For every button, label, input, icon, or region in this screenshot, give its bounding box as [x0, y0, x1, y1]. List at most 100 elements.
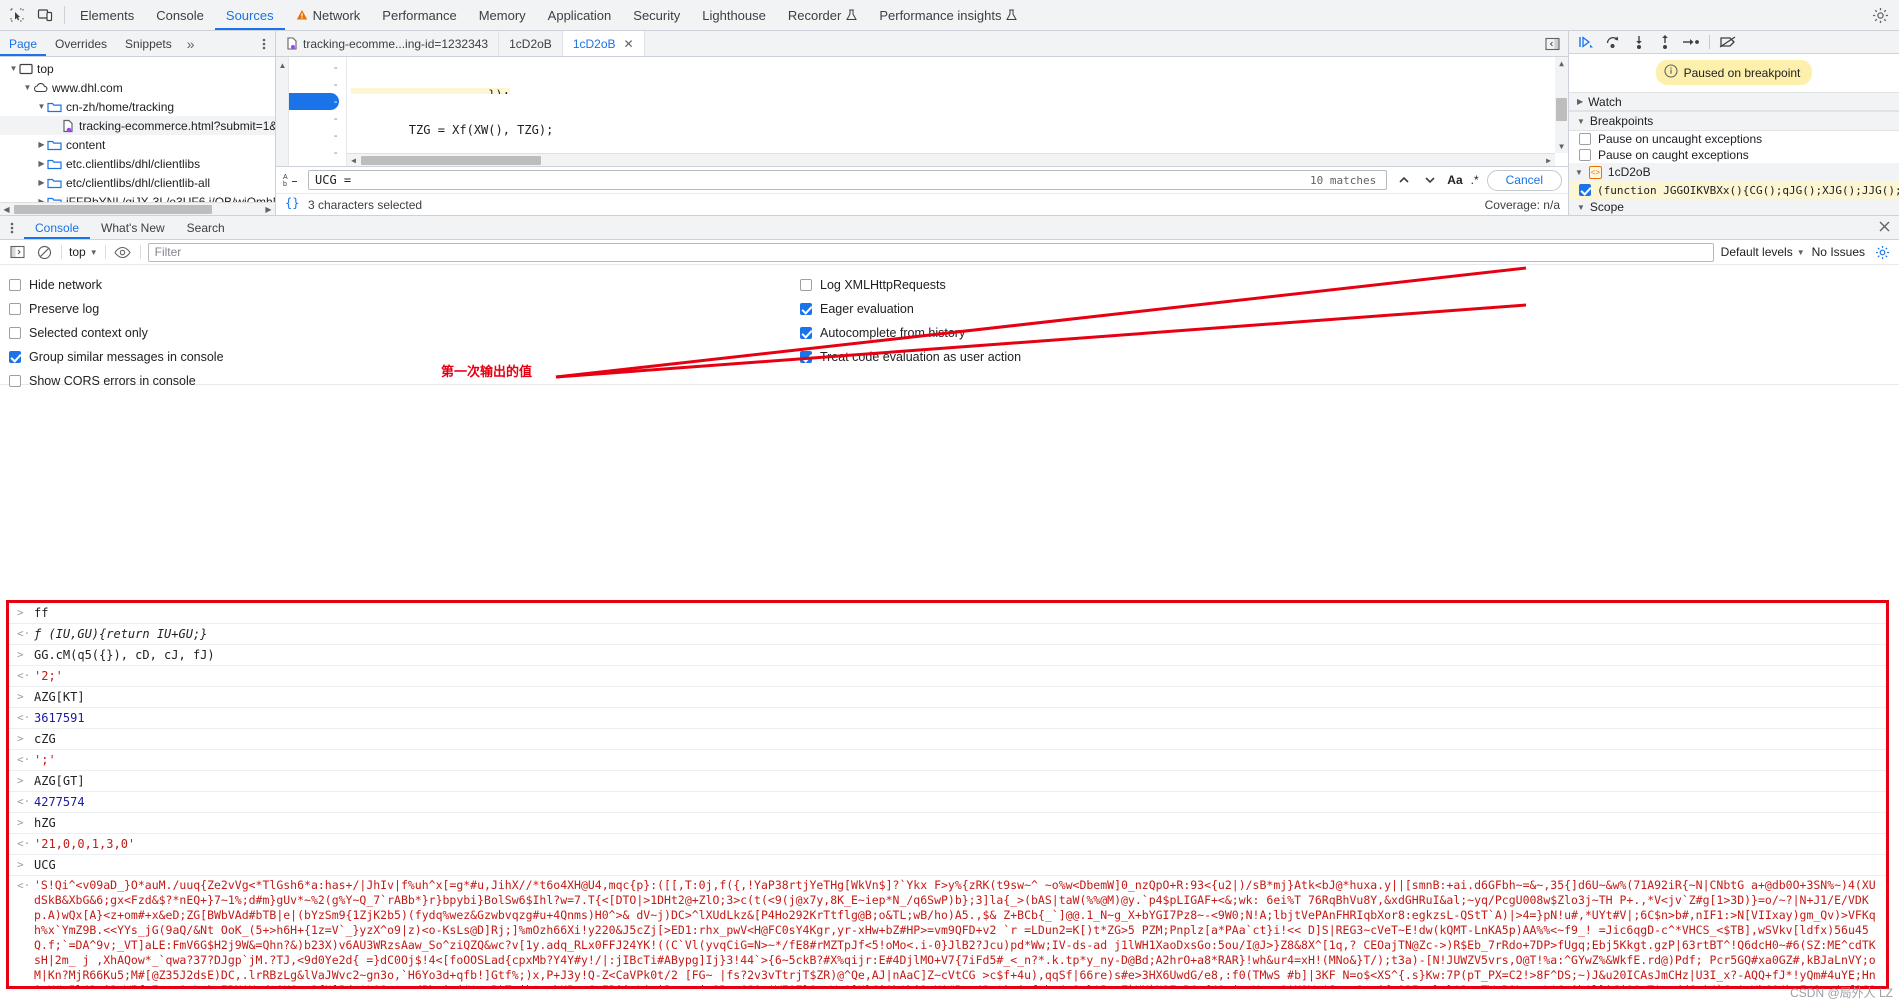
console-output-row[interactable]: <· ';' [9, 750, 1886, 771]
inspect-element-icon[interactable] [6, 4, 28, 26]
console-input-row[interactable]: > hZG [9, 813, 1886, 834]
tree-node-folder-content[interactable]: ▶ content [0, 135, 275, 154]
setting-autocomplete-from-history[interactable]: Autocomplete from history [800, 321, 1200, 345]
resume-button[interactable] [1575, 31, 1599, 53]
setting-hide-network[interactable]: Hide network [9, 273, 339, 297]
checkbox[interactable] [800, 303, 812, 315]
checkbox[interactable] [1579, 149, 1591, 162]
pretty-print-icon[interactable]: {} [284, 196, 300, 213]
console-input-row[interactable]: > AZG[GT] [9, 771, 1886, 792]
chevron-down-icon[interactable]: ▼ [1575, 168, 1583, 177]
pause-caught-exceptions-row[interactable]: Pause on caught exceptions [1569, 147, 1899, 163]
setting-show-cors-errors[interactable]: Show CORS errors in console [9, 369, 339, 393]
console-input-row[interactable]: > UCG [9, 855, 1886, 876]
navigator-horizontal-scrollbar[interactable]: ◀ ▶ [0, 202, 275, 215]
scroll-left-arrow[interactable]: ◀ [347, 154, 360, 167]
chevron-up-icon[interactable] [1395, 171, 1413, 189]
editor-vertical-scrollbar[interactable]: ▲ ▼ [1555, 57, 1568, 153]
navigator-menu-icon[interactable] [253, 31, 275, 56]
breakpoint-file-group[interactable]: ▼ <> 1cD2oB [1569, 163, 1899, 182]
twisty-icon[interactable]: ▶ [36, 178, 47, 187]
step-into-button[interactable] [1627, 31, 1651, 53]
twisty-icon[interactable]: ▶ [36, 140, 47, 149]
live-expression-icon[interactable] [113, 242, 133, 262]
tree-node-file-tracking-ecommerce[interactable]: tracking-ecommerce.html?submit=1& [0, 116, 275, 135]
drawer-menu-icon[interactable] [0, 216, 24, 239]
step-over-button[interactable] [1601, 31, 1625, 53]
twisty-icon[interactable]: ▼ [22, 83, 33, 92]
tree-node-folder-tracking[interactable]: ▼ cn-zh/home/tracking [0, 97, 275, 116]
console-output-row[interactable]: <· ƒ (IU,GU){return IU+GU;} [9, 624, 1886, 645]
console-output-row[interactable]: <· 'S!Qi^<v09aD_}O*auM./uuq{Ze2vVg<*TlGs… [9, 876, 1886, 986]
tab-recorder[interactable]: Recorder [777, 0, 868, 30]
scroll-left-arrow[interactable]: ◀ [0, 203, 13, 216]
twisty-icon[interactable]: ▶ [36, 159, 47, 168]
breakpoint-entry[interactable]: (function JGGOIKVBXx(){CG();qJG();XJG();… [1569, 181, 1899, 199]
clear-console-icon[interactable] [34, 242, 54, 262]
checkbox[interactable] [800, 327, 812, 339]
cancel-search-button[interactable]: Cancel [1486, 169, 1562, 191]
gear-icon[interactable] [1869, 4, 1891, 26]
checkbox[interactable] [800, 279, 812, 291]
tree-node-domain[interactable]: ▼ www.dhl.com [0, 78, 275, 97]
checkbox[interactable] [1579, 133, 1591, 146]
checkbox[interactable] [9, 375, 21, 387]
console-output-row[interactable]: <· 4277574 [9, 792, 1886, 813]
scroll-up-arrow[interactable]: ▲ [276, 59, 289, 72]
scroll-right-arrow[interactable]: ▶ [262, 203, 275, 216]
tab-network[interactable]: Network [285, 0, 372, 30]
close-icon[interactable]: ✕ [624, 37, 634, 51]
setting-eager-evaluation[interactable]: Eager evaluation [800, 297, 1200, 321]
editor-tab-1cd2ob-2[interactable]: 1cD2oB ✕ [562, 31, 645, 56]
setting-selected-context-only[interactable]: Selected context only [9, 321, 339, 345]
checkbox[interactable] [9, 303, 21, 315]
section-breakpoints[interactable]: ▼ Breakpoints [1569, 111, 1899, 132]
show-navigator-icon[interactable] [1537, 31, 1568, 56]
tab-performance-insights[interactable]: Performance insights [868, 0, 1028, 30]
editor-tab-1cd2ob-1[interactable]: 1cD2oB [499, 31, 563, 56]
regex-button[interactable]: .* [1471, 173, 1479, 187]
console-output-row[interactable]: <· 3617591 [9, 708, 1886, 729]
scroll-up-arrow[interactable]: ▲ [1555, 57, 1568, 70]
section-watch[interactable]: ▶ Watch [1569, 91, 1899, 112]
chevron-right-icon[interactable]: ▶ [1577, 97, 1583, 106]
execution-context-select[interactable]: top ▼ [69, 245, 98, 259]
setting-log-xmlhttprequests[interactable]: Log XMLHttpRequests [800, 273, 1200, 297]
setting-treat-code-evaluation[interactable]: Treat code evaluation as user action [800, 345, 1200, 369]
twisty-icon[interactable]: ▼ [36, 102, 47, 111]
drawer-tab-console[interactable]: Console [24, 216, 91, 239]
search-input[interactable]: UCG = 10 matches [308, 170, 1388, 190]
tab-console[interactable]: Console [145, 0, 215, 30]
close-icon[interactable] [1878, 220, 1891, 236]
setting-preserve-log[interactable]: Preserve log [9, 297, 339, 321]
section-scope[interactable]: ▼ Scope [1569, 198, 1899, 216]
scrollbar-thumb[interactable] [361, 155, 541, 165]
tab-sources[interactable]: Sources [214, 0, 285, 30]
drawer-tab-whats-new[interactable]: What's New [90, 216, 176, 239]
deactivate-breakpoints-icon[interactable] [1716, 31, 1740, 53]
match-case-button[interactable]: Aa [1447, 173, 1462, 187]
chevron-down-icon[interactable] [1421, 171, 1439, 189]
scroll-right-arrow[interactable]: ▶ [1542, 154, 1555, 167]
console-settings-gear-icon[interactable] [1872, 242, 1892, 262]
scrollbar-thumb[interactable] [1556, 98, 1567, 121]
step-out-button[interactable] [1653, 31, 1677, 53]
checkbox[interactable] [800, 351, 812, 363]
nav-tab-overrides[interactable]: Overrides [46, 31, 116, 56]
scrollbar-thumb[interactable] [14, 204, 212, 214]
pause-uncaught-exceptions-row[interactable]: Pause on uncaught exceptions [1569, 131, 1899, 147]
editor-horizontal-scrollbar[interactable]: ◀ ▶ [347, 153, 1555, 166]
console-input-row[interactable]: > ff [9, 603, 1886, 624]
editor-tab-tracking-ecommerce[interactable]: tracking-ecomme...ing-id=1232343 [276, 31, 500, 56]
chevron-down-icon[interactable]: ▼ [1577, 117, 1585, 126]
console-output-row[interactable]: <· '2;' [9, 666, 1886, 687]
console-filter-input[interactable]: Filter [147, 242, 1714, 262]
more-tabs-button[interactable]: » [181, 31, 201, 56]
device-toolbar-icon[interactable] [34, 4, 56, 26]
issues-status[interactable]: No Issues [1812, 245, 1865, 259]
code-editor[interactable]: ▲ - - - - - - - }); TZG = Xf(XW(), TZG); [276, 57, 1568, 166]
checkbox[interactable] [9, 327, 21, 339]
tab-application[interactable]: Application [537, 0, 623, 30]
tab-memory[interactable]: Memory [468, 0, 537, 30]
console-sidebar-icon[interactable] [7, 242, 27, 262]
